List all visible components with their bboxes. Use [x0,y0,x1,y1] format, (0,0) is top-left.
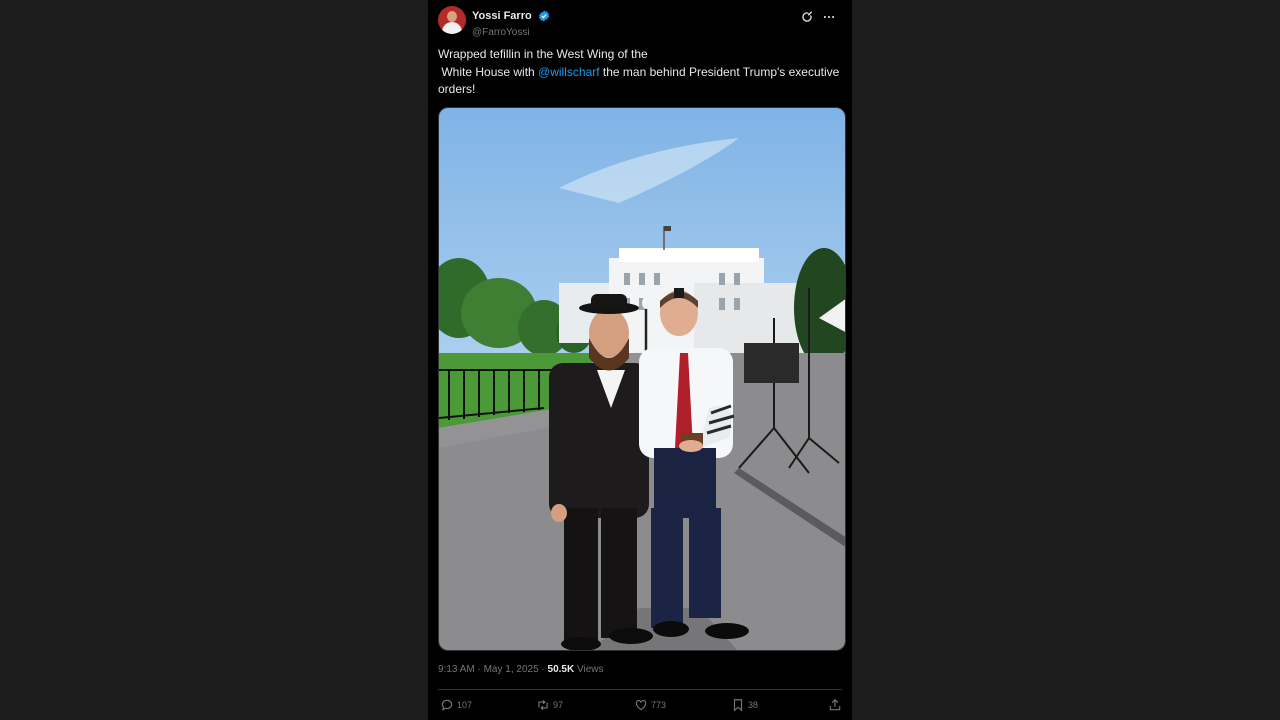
header-actions [796,8,836,22]
repost-count: 97 [553,700,564,710]
photo-white-house-scene [439,108,845,650]
author-avatar[interactable] [438,6,466,34]
author-display-name[interactable]: Yossi Farro [472,10,532,22]
more-icon[interactable] [822,10,836,24]
bookmark-icon [733,699,743,712]
tweet-text: Wrapped tefillin in the West Wing of the… [438,46,842,99]
reply-button[interactable]: 107 [440,698,472,716]
tweet-photo[interactable] [438,107,846,651]
author-handle[interactable]: @FarroYossi [472,27,550,38]
tweet-date[interactable]: May 1, 2025 [484,664,539,675]
verified-badge-icon [539,10,550,22]
share-icon [829,698,841,711]
tweet-actions: 107 97 773 38 [438,698,842,716]
video-frame: Yossi Farro @FarroYossi Wrapped tefillin… [0,0,1280,720]
tweet-card[interactable]: Yossi Farro @FarroYossi Wrapped tefillin… [428,0,852,720]
avatar-face [447,11,457,22]
tweet-header: Yossi Farro @FarroYossi [438,6,842,38]
like-count: 773 [651,700,667,710]
avatar-shirt [442,22,462,34]
repost-icon [538,699,548,711]
tweet-time[interactable]: 9:13 AM [438,664,475,675]
tweet-meta: 9:13 AM · May 1, 2025 · 50.5K Views [438,664,604,675]
author-names: Yossi Farro @FarroYossi [472,7,550,38]
grok-icon[interactable] [800,10,814,24]
meta-separator: · [474,664,484,675]
reply-icon [441,699,453,711]
actions-divider [438,689,842,690]
views-count: 50.5K [547,664,575,675]
views-label: Views [577,664,604,675]
meta-separator-2: · [538,664,548,675]
bookmark-count: 38 [748,700,759,710]
repost-button[interactable]: 97 [536,698,563,716]
mention-link[interactable]: @willscharf [538,65,600,79]
bookmark-button[interactable]: 38 [731,698,758,716]
like-icon [635,700,647,711]
reply-count: 107 [457,700,473,710]
like-button[interactable]: 773 [634,698,666,716]
share-button[interactable] [828,698,842,716]
